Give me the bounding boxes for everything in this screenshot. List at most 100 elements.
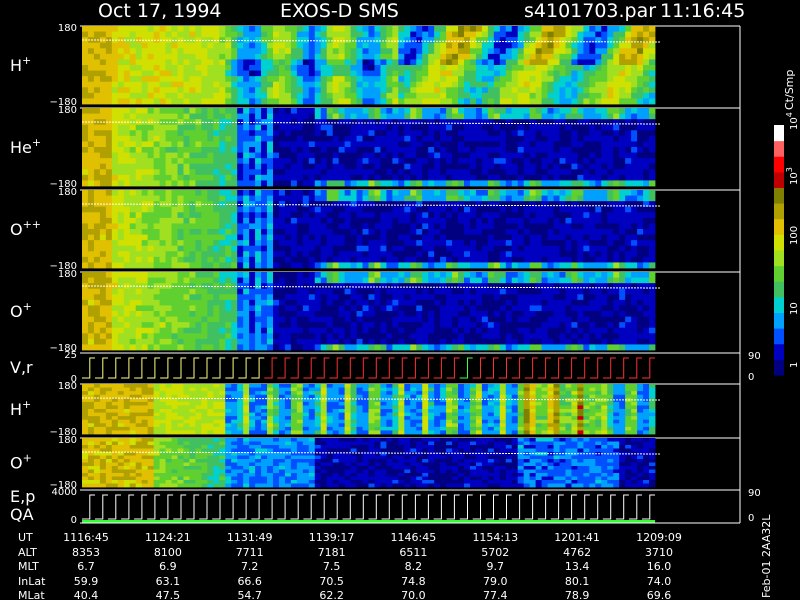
heatmap-cell (273, 322, 280, 329)
heatmap-cell (422, 272, 429, 278)
heatmap-cell (553, 223, 560, 230)
heatmap-cell (625, 251, 632, 258)
heatmap-cell (213, 87, 220, 94)
heatmap-cell (290, 322, 298, 329)
heatmap-cell (434, 311, 441, 317)
heatmap-cell (589, 141, 596, 148)
heatmap-cell (255, 76, 262, 83)
heatmap-cell (219, 65, 226, 71)
heatmap-cell (302, 277, 310, 284)
heatmap-cell (386, 158, 393, 165)
heatmap-cell (302, 174, 310, 181)
heatmap-cell (225, 256, 232, 263)
heatmap-cell (308, 81, 316, 88)
heatmap-cell (601, 135, 608, 142)
heatmap-cell (213, 322, 220, 329)
heatmap-cell (398, 59, 405, 66)
heatmap-cell (577, 124, 584, 131)
heatmap-cell (362, 277, 369, 284)
heatmap-cell (308, 283, 316, 290)
heatmap-cell (195, 223, 202, 230)
heatmap-cell (487, 206, 495, 213)
heatmap-cell (219, 141, 226, 148)
heatmap-cell (535, 135, 542, 142)
heatmap-cell (487, 59, 495, 66)
heatmap-cell (440, 316, 447, 323)
heatmap-cell (195, 217, 202, 224)
heatmap-cell (225, 299, 232, 306)
heatmap-cell (201, 65, 208, 71)
heatmap-cell (338, 262, 346, 269)
heatmap-cell (326, 277, 334, 284)
heatmap-cell (529, 212, 537, 219)
heatmap-cell (284, 294, 292, 301)
heatmap-cell (619, 158, 626, 165)
heatmap-cell (278, 201, 286, 208)
heatmap-cell (601, 158, 608, 165)
heatmap-cell (171, 288, 178, 295)
heatmap-cell (159, 59, 166, 66)
heatmap-cell (595, 223, 602, 230)
heatmap-cell (213, 338, 220, 345)
heatmap-cell (278, 98, 286, 105)
heatmap-cell (117, 322, 125, 329)
heatmap-cell (189, 130, 196, 137)
heatmap-cell (416, 190, 423, 196)
heatmap-cell (416, 234, 423, 241)
heatmap-cell (111, 262, 119, 269)
heatmap-cell (541, 98, 548, 105)
heatmap-cell (422, 113, 429, 120)
heatmap-cell (601, 180, 608, 187)
heatmap-cell (565, 245, 572, 252)
heatmap-cell (117, 294, 125, 301)
heatmap-cell (314, 158, 322, 165)
heatmap-cell (290, 240, 298, 247)
heatmap-cell (374, 152, 381, 159)
heatmap-cell (237, 53, 244, 60)
heatmap-cell (475, 294, 483, 301)
heatmap-cell (446, 272, 453, 278)
heatmap-cell (320, 70, 328, 77)
heatmap-cell (105, 124, 113, 131)
heatmap-cell (129, 322, 137, 329)
heatmap-cell (171, 333, 178, 340)
heatmap-cell (141, 333, 149, 340)
heatmap-cell (601, 262, 608, 269)
heatmap-cell (171, 98, 178, 105)
heatmap-cell (631, 31, 638, 38)
heatmap-cell (195, 113, 202, 120)
heatmap-cell (117, 76, 125, 83)
heatmap-cell (547, 195, 554, 202)
heatmap-cell (243, 294, 250, 301)
heatmap-cell (207, 229, 214, 235)
heatmap-cell (571, 70, 578, 77)
heatmap-cell (123, 152, 131, 159)
heatmap-cell (82, 217, 89, 224)
heatmap-cell (267, 256, 274, 263)
heatmap-cell (314, 277, 322, 284)
heatmap-cell (398, 212, 405, 219)
heatmap-cell (171, 195, 178, 202)
heatmap-cell (308, 338, 316, 345)
heatmap-cell (267, 195, 274, 202)
heatmap-cell (505, 174, 513, 181)
heatmap-cell (165, 190, 172, 196)
heatmap-cell (541, 48, 548, 55)
heatmap-cell (338, 152, 346, 159)
heatmap-cell (111, 180, 119, 187)
heatmap-cell (302, 180, 310, 187)
heatmap-cell (183, 344, 190, 351)
heatmap-cell (541, 201, 548, 208)
heatmap-cell (529, 37, 537, 44)
heatmap-cell (452, 316, 459, 323)
heatmap-cell (267, 251, 274, 258)
heatmap-cell (559, 234, 566, 241)
heatmap-cell (225, 76, 232, 83)
heatmap-cell (493, 190, 501, 196)
heatmap-cell (267, 37, 274, 44)
heatmap-cell (87, 152, 95, 159)
heatmap-cell (511, 212, 519, 219)
heatmap-cell (177, 59, 184, 66)
heatmap-cell (416, 81, 423, 88)
heatmap-cell (607, 76, 614, 83)
